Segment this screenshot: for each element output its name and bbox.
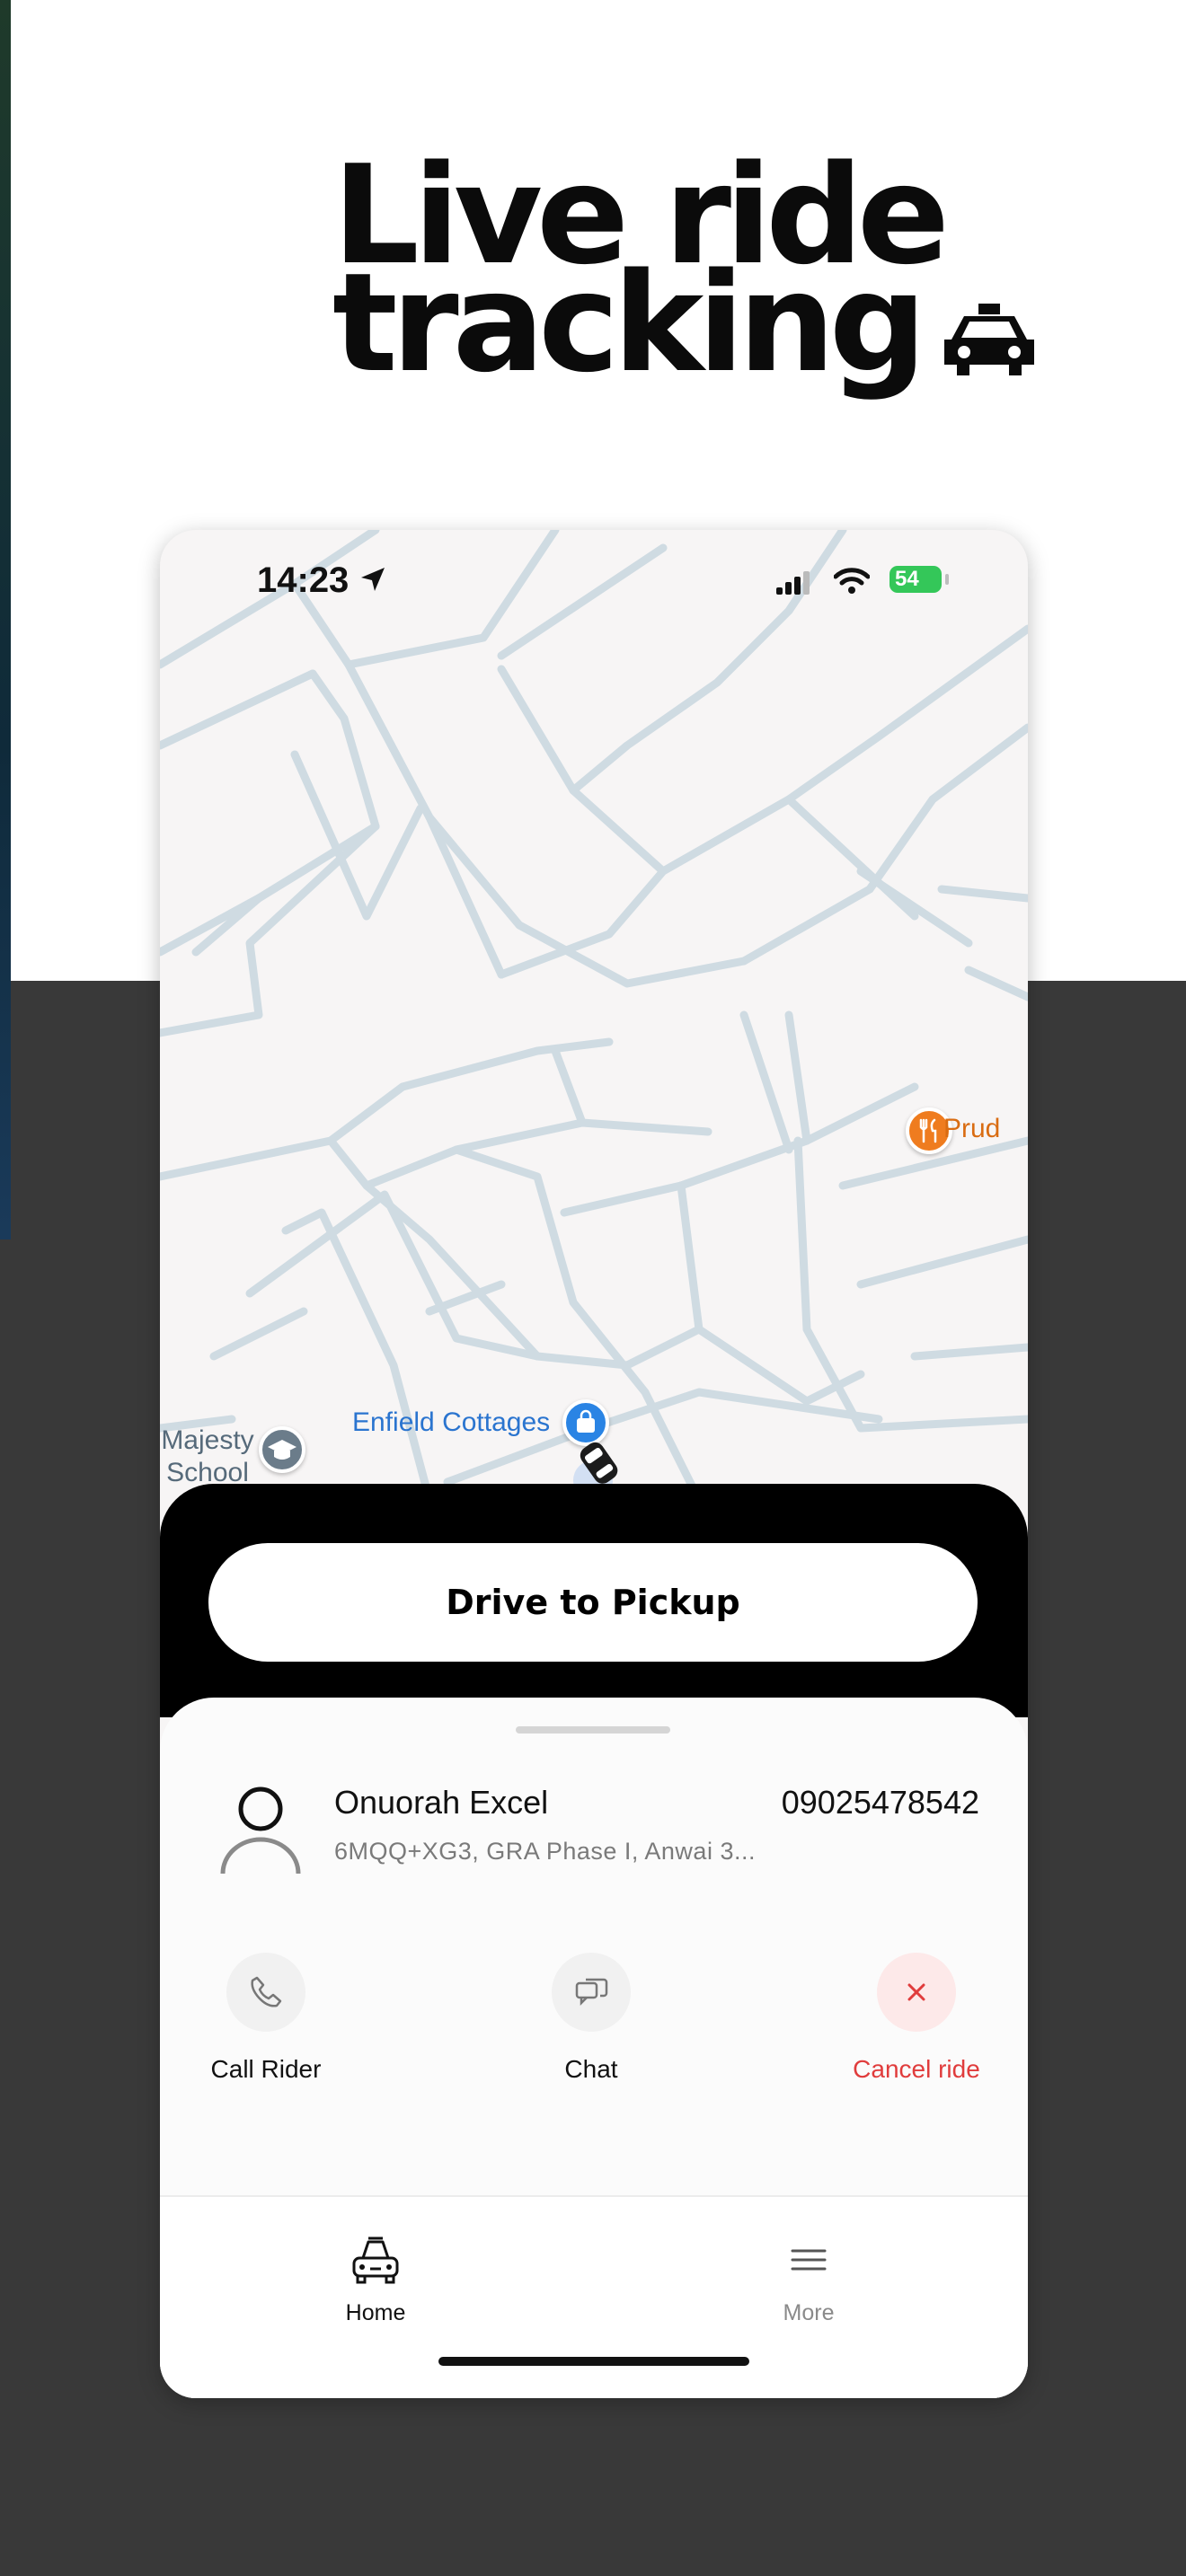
wifi-icon — [834, 568, 870, 594]
person-icon — [220, 1786, 301, 1875]
tab-more-label: More — [783, 2300, 835, 2325]
taxi-icon — [943, 304, 1034, 375]
map-roads — [160, 530, 1028, 1500]
sheet-grabber[interactable] — [516, 1726, 670, 1734]
map-view[interactable]: 14:23 54 Prud Enfield Cottages Majesty S… — [160, 530, 1028, 1500]
call-rider-action[interactable]: Call Rider — [160, 1953, 372, 2084]
battery-icon: 54 — [890, 566, 942, 593]
rider-name: Onuorah Excel — [334, 1784, 549, 1821]
cancel-ride-label: Cancel ride — [853, 2055, 980, 2083]
tab-bar: Home More — [160, 2195, 1028, 2398]
headline-line-2-text: tracking — [332, 243, 926, 402]
tab-more[interactable]: More — [719, 2233, 898, 2326]
home-indicator — [438, 2357, 749, 2366]
tab-home[interactable]: Home — [286, 2233, 465, 2326]
battery-level: 54 — [895, 567, 919, 591]
signal-icon — [776, 571, 810, 595]
chat-action[interactable]: Chat — [501, 1953, 681, 2084]
drive-to-pickup-button[interactable]: Drive to Pickup — [208, 1543, 978, 1662]
car-front-icon — [352, 2236, 399, 2284]
chat-button[interactable] — [552, 1953, 631, 2032]
cancel-ride-action[interactable]: Cancel ride — [827, 1953, 1006, 2084]
tab-home-label: Home — [345, 2300, 406, 2325]
call-rider-label: Call Rider — [210, 2055, 322, 2083]
phone-screen: 14:23 54 Prud Enfield Cottages Majesty S… — [160, 530, 1028, 2398]
status-time: 14:23 — [257, 560, 350, 600]
poi-label-enfield[interactable]: Enfield Cottages — [352, 1407, 550, 1438]
phone-icon — [251, 1976, 282, 2007]
rider-phone[interactable]: 09025478542 — [782, 1784, 979, 1822]
menu-icon — [791, 2249, 827, 2271]
poi-label-prudent[interactable]: Prud — [943, 1114, 1000, 1144]
poi-label-majesty-line1: Majesty — [161, 1425, 254, 1455]
poi-label-majesty[interactable]: Majesty School — [160, 1425, 255, 1489]
school-pin-icon[interactable] — [259, 1426, 305, 1473]
battery-nub — [945, 574, 949, 585]
background-strip — [0, 0, 11, 1239]
chat-label: Chat — [564, 2055, 618, 2083]
headline-line-2: tracking — [332, 255, 1034, 392]
status-bar: 14:23 54 — [160, 530, 1028, 629]
close-icon — [907, 1983, 925, 2001]
cancel-ride-button[interactable] — [877, 1953, 956, 2032]
primary-action-area: Drive to Pickup — [160, 1484, 1028, 1717]
headline: Live ride tracking — [332, 147, 1034, 392]
call-rider-button[interactable] — [226, 1953, 305, 2032]
location-arrow-icon — [361, 568, 385, 591]
rider-address: 6MQQ+XG3, GRA Phase I, Anwai 3... — [334, 1838, 756, 1865]
chat-icon — [575, 1978, 608, 2007]
